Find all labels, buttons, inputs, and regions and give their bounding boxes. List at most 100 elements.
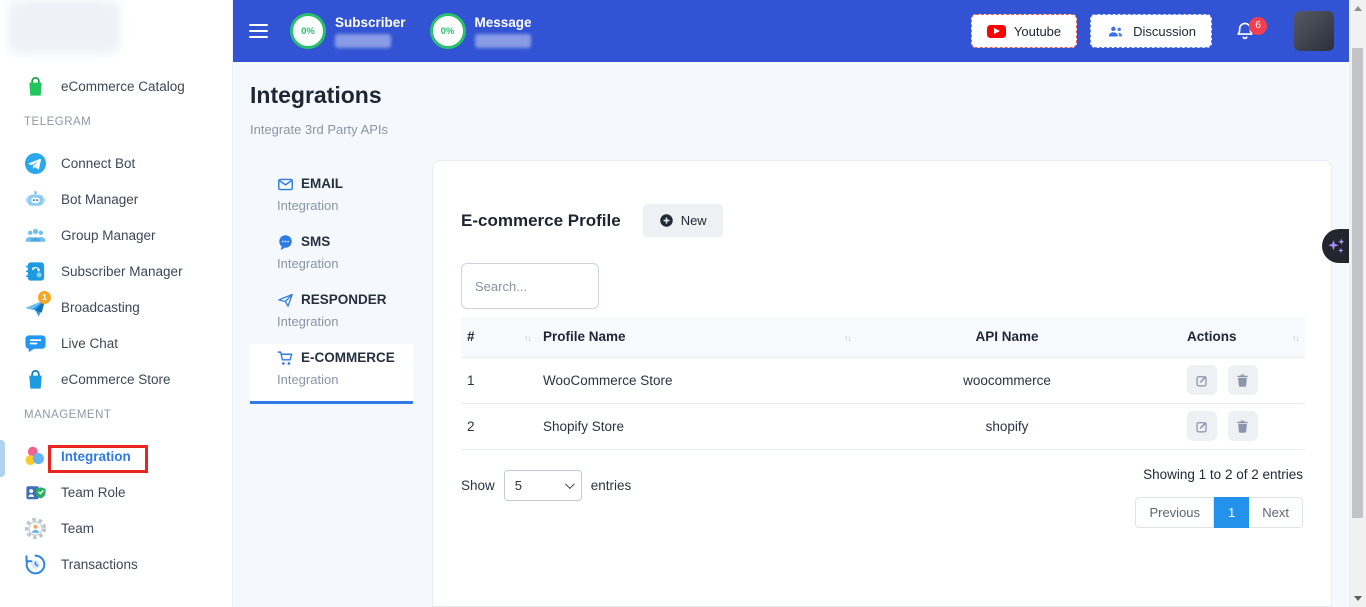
telegram-icon xyxy=(24,152,47,175)
sidebar-section-management: MANAGEMENT xyxy=(0,397,232,433)
tab-sms-integration[interactable]: SMS Integration xyxy=(250,228,413,278)
tab-subtitle-text: Integration xyxy=(277,370,413,390)
tab-subtitle-text: Integration xyxy=(277,254,413,274)
search-input[interactable] xyxy=(461,263,599,309)
tab-title-text: EMAIL xyxy=(301,174,343,194)
pagination: Previous 1 Next xyxy=(1135,497,1303,528)
table-row: 1 WooCommerce Store woocommerce xyxy=(461,357,1305,403)
pagination-next[interactable]: Next xyxy=(1249,497,1303,528)
discussion-people-icon xyxy=(1106,23,1125,40)
page-title: Integrations xyxy=(250,82,382,109)
row-profile-name: Shopify Store xyxy=(537,403,857,449)
entries-label: entries xyxy=(591,478,632,493)
sidebar-item-label: Bot Manager xyxy=(61,192,138,207)
edit-icon xyxy=(1195,373,1210,388)
card-title: E-commerce Profile xyxy=(461,211,621,231)
discussion-button[interactable]: Discussion xyxy=(1090,14,1212,48)
sidebar-active-indicator xyxy=(0,440,5,477)
row-api-name: woocommerce xyxy=(857,357,1157,403)
message-stat-label: Message xyxy=(475,15,532,30)
sidebar-item-ecommerce-store[interactable]: eCommerce Store xyxy=(0,361,232,397)
edit-button[interactable] xyxy=(1187,365,1217,395)
row-profile-name: WooCommerce Store xyxy=(537,357,857,403)
profiles-table: #↑↓ Profile Name↑↓ API Name Actions↑↓ 1 … xyxy=(461,317,1305,450)
sidebar-item-broadcasting[interactable]: 1 Broadcasting xyxy=(0,289,232,325)
scrollbar[interactable] xyxy=(1349,0,1366,607)
table-header-row: #↑↓ Profile Name↑↓ API Name Actions↑↓ xyxy=(461,317,1305,357)
tab-subtitle-text: Integration xyxy=(277,196,413,216)
youtube-button-label: Youtube xyxy=(1014,24,1061,39)
col-header-profile-name: Profile Name↑↓ xyxy=(537,317,857,357)
sort-icon[interactable]: ↑↓ xyxy=(844,333,851,343)
discussion-button-label: Discussion xyxy=(1133,24,1196,39)
scrollbar-thumb[interactable] xyxy=(1352,48,1363,518)
page-size-value: 5 xyxy=(515,478,522,493)
subscriber-stat: 0% Subscriber xyxy=(290,13,406,49)
entries-summary: Showing 1 to 2 of 2 entries xyxy=(1143,467,1303,482)
sidebar-item-team-role[interactable]: Team Role xyxy=(0,474,232,510)
tab-title-text: RESPONDER xyxy=(301,290,387,310)
gear-person-icon xyxy=(24,517,47,540)
delete-button[interactable] xyxy=(1228,365,1258,395)
sidebar-item-label: Team xyxy=(61,521,94,536)
sidebar-item-label: Live Chat xyxy=(61,336,118,351)
subscriber-progress-ring: 0% xyxy=(290,13,326,49)
assistant-fab[interactable] xyxy=(1322,229,1349,263)
table-row: 2 Shopify Store shopify xyxy=(461,403,1305,449)
people-group-icon xyxy=(24,224,47,247)
sidebar-item-label: Broadcasting xyxy=(61,300,140,315)
show-label: Show xyxy=(461,478,495,493)
row-num: 1 xyxy=(461,357,537,403)
tab-email-integration[interactable]: EMAIL Integration xyxy=(250,170,413,220)
sidebar-item-ecommerce-catalog[interactable]: eCommerce Catalog xyxy=(0,68,232,104)
sidebar-item-label: Integration xyxy=(61,449,131,464)
tab-ecommerce-integration[interactable]: E-COMMERCE Integration xyxy=(250,344,413,404)
scroll-down-arrow-icon[interactable] xyxy=(1354,596,1362,601)
message-progress-ring: 0% xyxy=(430,13,466,49)
sidebar-item-integration[interactable]: Integration xyxy=(0,438,232,474)
sms-bubble-icon xyxy=(277,234,294,251)
page-subtitle: Integrate 3rd Party APIs xyxy=(250,122,388,137)
tab-subtitle-text: Integration xyxy=(277,312,413,332)
plus-circle-icon xyxy=(659,213,674,228)
broadcasting-badge: 1 xyxy=(38,291,51,304)
avatar[interactable] xyxy=(1294,11,1334,51)
sidebar-item-subscriber-manager[interactable]: Subscriber Manager xyxy=(0,253,232,289)
edit-icon xyxy=(1195,419,1210,434)
page-size-select[interactable]: 5 xyxy=(504,470,582,501)
col-header-api-name: API Name xyxy=(857,317,1157,357)
tab-responder-integration[interactable]: RESPONDER Integration xyxy=(250,286,413,336)
sidebar-item-transactions[interactable]: Transactions xyxy=(0,546,232,582)
sparkles-icon xyxy=(1326,236,1347,257)
sidebar-item-bot-manager[interactable]: Bot Manager xyxy=(0,181,232,217)
notifications-button[interactable]: 6 xyxy=(1234,20,1256,42)
edit-button[interactable] xyxy=(1187,411,1217,441)
main-content: Integrations Integrate 3rd Party APIs EM… xyxy=(233,62,1349,607)
youtube-button[interactable]: Youtube xyxy=(971,14,1077,48)
id-card-shield-icon xyxy=(24,481,47,504)
sidebar-item-live-chat[interactable]: Live Chat xyxy=(0,325,232,361)
hamburger-menu-icon[interactable] xyxy=(249,24,268,38)
sidebar-item-connect-bot[interactable]: Connect Bot xyxy=(0,145,232,181)
app-logo xyxy=(8,0,120,54)
sort-icon[interactable]: ↑↓ xyxy=(1292,333,1299,343)
sidebar-item-team[interactable]: Team xyxy=(0,510,232,546)
shopping-bag-blue-icon xyxy=(24,368,47,391)
subscriber-stat-label: Subscriber xyxy=(335,15,406,30)
sidebar-item-group-manager[interactable]: Group Manager xyxy=(0,217,232,253)
contact-book-icon xyxy=(24,260,47,283)
new-button[interactable]: New xyxy=(643,204,723,237)
sidebar-item-label: eCommerce Store xyxy=(61,372,171,387)
sidebar-item-label: eCommerce Catalog xyxy=(61,79,185,94)
sort-icon[interactable]: ↑↓ xyxy=(524,333,531,343)
ecommerce-profile-card: E-commerce Profile New #↑↓ Profile Name↑… xyxy=(432,160,1332,607)
sidebar-section-telegram: TELEGRAM xyxy=(0,104,232,140)
scroll-up-arrow-icon[interactable] xyxy=(1354,6,1362,11)
pagination-page-1[interactable]: 1 xyxy=(1214,497,1249,528)
robot-icon xyxy=(24,188,47,211)
delete-button[interactable] xyxy=(1228,411,1258,441)
sidebar-item-label: Subscriber Manager xyxy=(61,264,183,279)
pagination-previous[interactable]: Previous xyxy=(1135,497,1214,528)
col-header-actions: Actions↑↓ xyxy=(1157,317,1305,357)
tab-title-text: E-COMMERCE xyxy=(301,348,395,368)
